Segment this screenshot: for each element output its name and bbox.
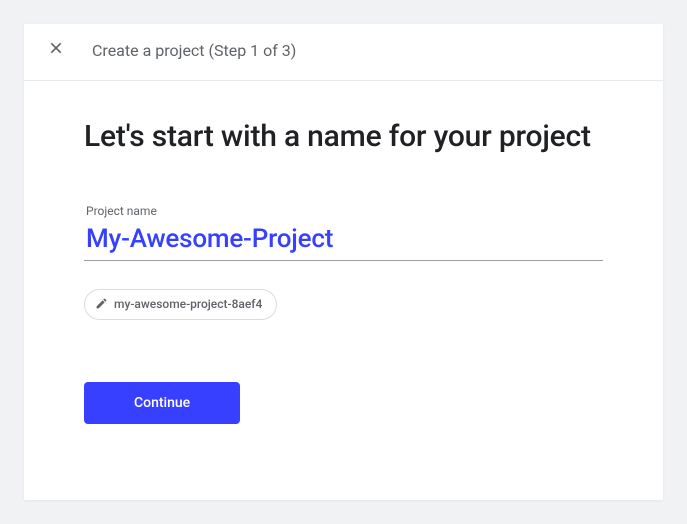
project-id-chip[interactable]: my-awesome-project-8aef4 [84, 289, 277, 320]
project-name-input[interactable] [84, 220, 603, 261]
close-button[interactable] [44, 38, 68, 62]
pencil-icon [95, 295, 108, 314]
project-name-label: Project name [84, 204, 603, 218]
modal-title: Create a project (Step 1 of 3) [92, 41, 296, 60]
modal-content: Let's start with a name for your project… [24, 81, 663, 424]
project-id-text: my-awesome-project-8aef4 [114, 297, 262, 311]
modal-header: Create a project (Step 1 of 3) [24, 24, 663, 81]
continue-button[interactable]: Continue [84, 382, 240, 424]
close-icon [48, 40, 64, 60]
create-project-modal: Create a project (Step 1 of 3) Let's sta… [24, 24, 663, 500]
page-heading: Let's start with a name for your project [84, 117, 603, 158]
